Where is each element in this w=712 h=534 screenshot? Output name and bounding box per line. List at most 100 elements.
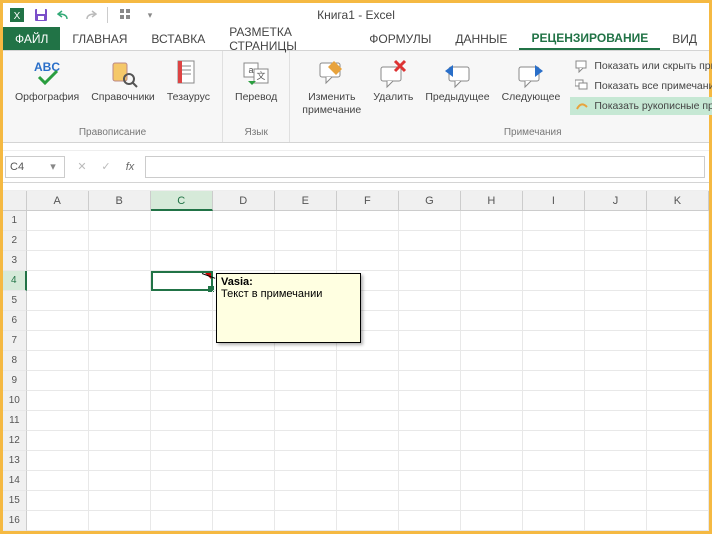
cell[interactable] xyxy=(461,231,523,251)
cell[interactable] xyxy=(275,211,337,231)
cell[interactable] xyxy=(461,511,523,531)
tab-view[interactable]: ВИД xyxy=(660,27,709,50)
cell[interactable] xyxy=(399,291,461,311)
cell[interactable] xyxy=(151,471,213,491)
cell[interactable] xyxy=(647,291,709,311)
cell[interactable] xyxy=(27,311,89,331)
cell[interactable] xyxy=(399,491,461,511)
cell[interactable] xyxy=(399,391,461,411)
cell[interactable] xyxy=(213,391,275,411)
cell[interactable] xyxy=(523,411,585,431)
cell[interactable] xyxy=(27,351,89,371)
cell[interactable] xyxy=(151,391,213,411)
cell[interactable] xyxy=(27,251,89,271)
cell[interactable] xyxy=(647,451,709,471)
comment-popup[interactable]: Vasia: Текст в примечании xyxy=(216,273,361,343)
cell[interactable] xyxy=(337,211,399,231)
tab-review[interactable]: РЕЦЕНЗИРОВАНИЕ xyxy=(519,27,660,50)
row-header[interactable]: 5 xyxy=(3,291,27,311)
cell[interactable] xyxy=(275,451,337,471)
column-header[interactable]: H xyxy=(461,191,523,211)
redo-icon[interactable] xyxy=(79,5,99,25)
cell[interactable] xyxy=(213,371,275,391)
tab-home[interactable]: ГЛАВНАЯ xyxy=(60,27,139,50)
cell[interactable] xyxy=(585,251,647,271)
cell[interactable] xyxy=(337,491,399,511)
cell[interactable] xyxy=(585,391,647,411)
cell[interactable] xyxy=(337,391,399,411)
cell[interactable] xyxy=(213,351,275,371)
cell[interactable] xyxy=(89,291,151,311)
column-header[interactable]: B xyxy=(89,191,151,211)
cell[interactable] xyxy=(89,511,151,531)
cell[interactable] xyxy=(337,431,399,451)
cell[interactable] xyxy=(647,491,709,511)
show-hide-comment-button[interactable]: Показать или скрыть примечание xyxy=(570,57,712,75)
cell[interactable] xyxy=(27,291,89,311)
cell[interactable] xyxy=(585,411,647,431)
cell[interactable] xyxy=(399,271,461,291)
cell[interactable] xyxy=(213,231,275,251)
cell[interactable] xyxy=(585,331,647,351)
cell[interactable] xyxy=(27,371,89,391)
cell[interactable] xyxy=(89,231,151,251)
cell[interactable] xyxy=(523,431,585,451)
cell[interactable] xyxy=(27,511,89,531)
cell[interactable] xyxy=(151,331,213,351)
cell[interactable] xyxy=(461,251,523,271)
cell[interactable] xyxy=(461,331,523,351)
cell[interactable] xyxy=(151,511,213,531)
row-header[interactable]: 13 xyxy=(3,451,27,471)
cell[interactable] xyxy=(523,231,585,251)
translate-button[interactable]: a文 Перевод xyxy=(229,55,283,106)
cell[interactable] xyxy=(27,391,89,411)
row-header[interactable]: 7 xyxy=(3,331,27,351)
cell[interactable] xyxy=(89,211,151,231)
cell[interactable] xyxy=(275,431,337,451)
show-all-comments-button[interactable]: Показать все примечания xyxy=(570,77,712,95)
cell[interactable] xyxy=(461,411,523,431)
cell[interactable] xyxy=(399,231,461,251)
row-header[interactable]: 2 xyxy=(3,231,27,251)
cell[interactable] xyxy=(585,211,647,231)
row-header[interactable]: 6 xyxy=(3,311,27,331)
column-header[interactable]: D xyxy=(213,191,275,211)
cell[interactable] xyxy=(151,371,213,391)
cell[interactable] xyxy=(399,211,461,231)
cell[interactable] xyxy=(213,471,275,491)
cell[interactable] xyxy=(523,451,585,471)
cell[interactable] xyxy=(523,391,585,411)
cell[interactable] xyxy=(647,411,709,431)
row-header[interactable]: 12 xyxy=(3,431,27,451)
row-header[interactable]: 14 xyxy=(3,471,27,491)
previous-comment-button[interactable]: Предыдущее xyxy=(419,55,495,106)
row-header[interactable]: 15 xyxy=(3,491,27,511)
cell[interactable] xyxy=(151,491,213,511)
cell[interactable] xyxy=(89,451,151,471)
excel-icon[interactable]: X xyxy=(7,5,27,25)
cell[interactable] xyxy=(275,491,337,511)
cell[interactable] xyxy=(213,511,275,531)
cell[interactable] xyxy=(647,311,709,331)
row-header[interactable]: 4 xyxy=(3,271,27,291)
cell[interactable] xyxy=(275,391,337,411)
select-all-corner[interactable] xyxy=(3,191,27,211)
cell[interactable] xyxy=(89,491,151,511)
cell[interactable] xyxy=(399,331,461,351)
cell[interactable] xyxy=(523,211,585,231)
cell[interactable] xyxy=(151,451,213,471)
cell[interactable] xyxy=(461,431,523,451)
cell[interactable] xyxy=(585,451,647,471)
cell[interactable] xyxy=(523,371,585,391)
row-header[interactable]: 3 xyxy=(3,251,27,271)
cell[interactable] xyxy=(151,251,213,271)
touch-mode-icon[interactable] xyxy=(116,5,136,25)
column-header[interactable]: A xyxy=(27,191,89,211)
cell[interactable] xyxy=(399,371,461,391)
cell[interactable] xyxy=(275,471,337,491)
cell[interactable] xyxy=(585,231,647,251)
cell[interactable] xyxy=(647,371,709,391)
column-header[interactable]: E xyxy=(275,191,337,211)
cell[interactable] xyxy=(89,431,151,451)
cell[interactable] xyxy=(151,231,213,251)
